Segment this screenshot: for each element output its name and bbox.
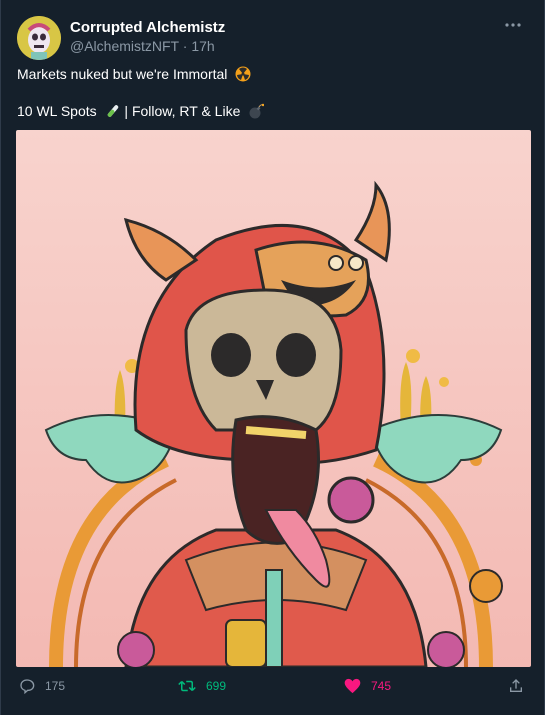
separator: · <box>178 38 192 54</box>
tweet-card[interactable]: Corrupted Alchemistz @AlchemistzNFT · 17… <box>0 0 545 715</box>
reply-button[interactable]: 175 <box>19 678 65 694</box>
tweet-text-2a: 10 WL Spots <box>17 103 97 119</box>
bomb-icon <box>248 103 265 122</box>
share-icon <box>510 679 522 692</box>
tweet-text-line-2: 10 WL Spots | Follow, RT & Like <box>17 103 265 122</box>
timestamp[interactable]: 17h <box>191 38 214 54</box>
share-button[interactable] <box>508 678 524 694</box>
artwork-image[interactable] <box>16 130 531 667</box>
display-name[interactable]: Corrupted Alchemistz <box>70 19 225 36</box>
handle-and-time: @AlchemistzNFT · 17h <box>70 38 215 54</box>
radioactive-icon <box>235 66 251 85</box>
test-tube-icon <box>105 103 121 122</box>
like-button[interactable]: 745 <box>344 678 391 694</box>
more-horizontal-icon[interactable] <box>504 16 522 39</box>
retweet-count: 699 <box>206 679 227 693</box>
tweet-text-1: Markets nuked but we're Immortal <box>17 66 228 82</box>
retweet-button[interactable]: 699 <box>178 678 226 694</box>
tweet-text-line-1: Markets nuked but we're Immortal <box>17 66 251 85</box>
handle[interactable]: @AlchemistzNFT <box>70 38 179 54</box>
like-count: 745 <box>371 679 392 693</box>
avatar[interactable] <box>17 16 61 60</box>
action-bar: 175 699 745 <box>1 672 545 712</box>
retweet-icon <box>178 680 196 692</box>
tweet-text-2b: | Follow, RT & Like <box>120 103 241 119</box>
heart-icon <box>344 678 361 694</box>
reply-count: 175 <box>45 679 66 693</box>
reply-icon <box>20 679 35 694</box>
